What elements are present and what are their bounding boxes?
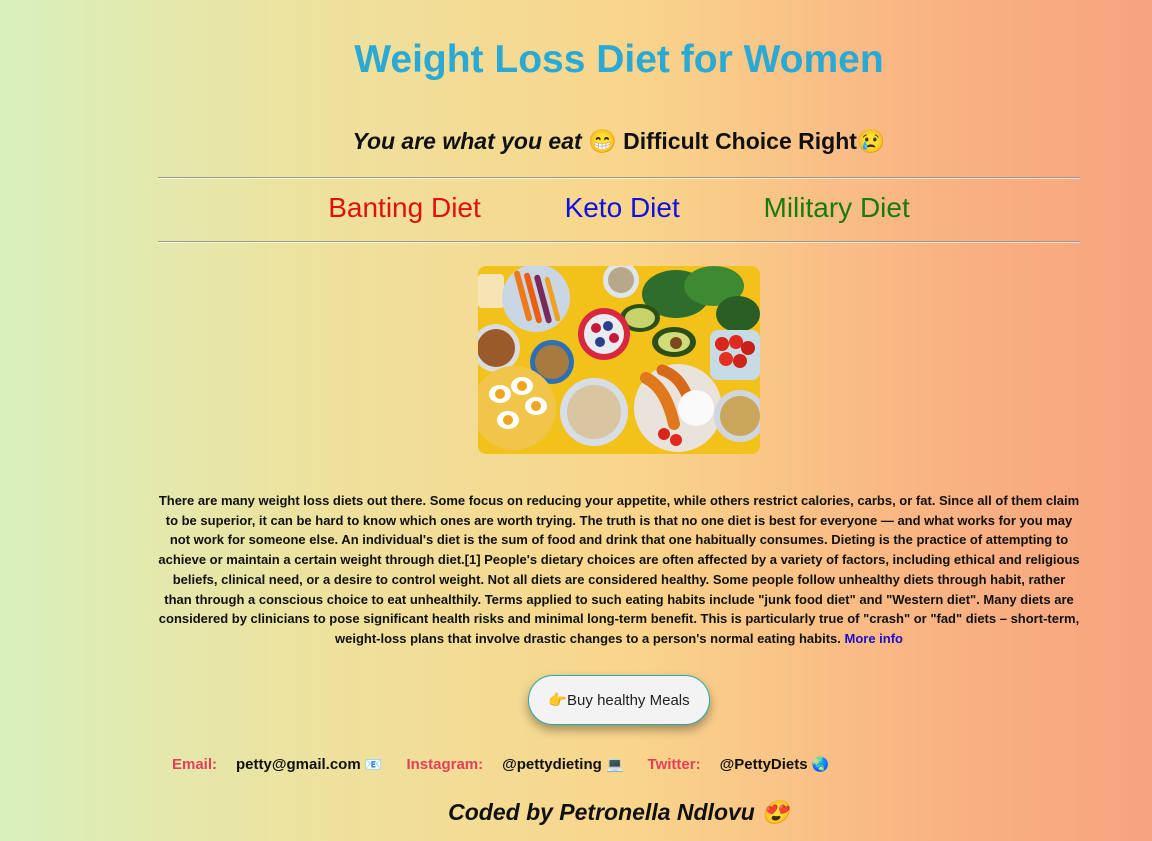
credit-text: Coded by Petronella Ndlovu: [448, 799, 755, 825]
tagline: You are what you eat: [352, 128, 582, 154]
globe-icon: 🌏: [811, 756, 830, 772]
healthy-food-image: [478, 266, 760, 454]
email-address[interactable]: petty@gmail.com: [236, 756, 361, 773]
instagram-value[interactable]: @pettydieting 💻: [502, 756, 623, 773]
heart-eyes-emoji-icon: 😍: [761, 799, 790, 825]
email-value[interactable]: petty@gmail.com 📧: [236, 756, 382, 773]
more-info-link[interactable]: More info: [845, 631, 904, 646]
buy-meals-button[interactable]: 👉Buy healthy Meals: [528, 675, 710, 725]
diet-nav: Banting Diet Keto Diet Military Diet: [0, 192, 1152, 224]
article-text: There are many weight loss diets out the…: [158, 491, 1080, 649]
email-label: Email:: [172, 756, 218, 773]
laptop-icon: 💻: [605, 756, 624, 772]
nav-link-military[interactable]: Military Diet: [764, 192, 910, 223]
footer-credit: Coded by Petronella Ndlovu 😍: [0, 799, 1152, 826]
twitter-value[interactable]: @PettyDiets 🌏: [720, 756, 830, 773]
divider-top: [158, 177, 1080, 178]
sad-emoji-icon: 😢: [856, 128, 886, 154]
article-body: There are many weight loss diets out the…: [158, 493, 1080, 646]
nav-link-keto[interactable]: Keto Diet: [565, 192, 680, 223]
twitter-label: Twitter:: [647, 756, 701, 773]
nav-link-banting[interactable]: Banting Diet: [328, 192, 481, 223]
page-subtitle: You are what you eat 😁 Difficult Choice …: [0, 128, 1152, 155]
page-title: Weight Loss Diet for Women: [354, 38, 884, 81]
grin-emoji-icon: 😁: [588, 128, 617, 154]
instagram-label: Instagram:: [406, 756, 484, 773]
contact-bar: Email: petty@gmail.com 📧 Instagram: @petty…: [172, 756, 849, 773]
subtitle-rest: Difficult Choice Right: [623, 128, 857, 154]
email-icon: 📧: [364, 756, 383, 772]
divider-bottom: [158, 241, 1080, 242]
twitter-handle[interactable]: @PettyDiets: [720, 756, 808, 773]
instagram-handle[interactable]: @pettydieting: [502, 756, 602, 773]
